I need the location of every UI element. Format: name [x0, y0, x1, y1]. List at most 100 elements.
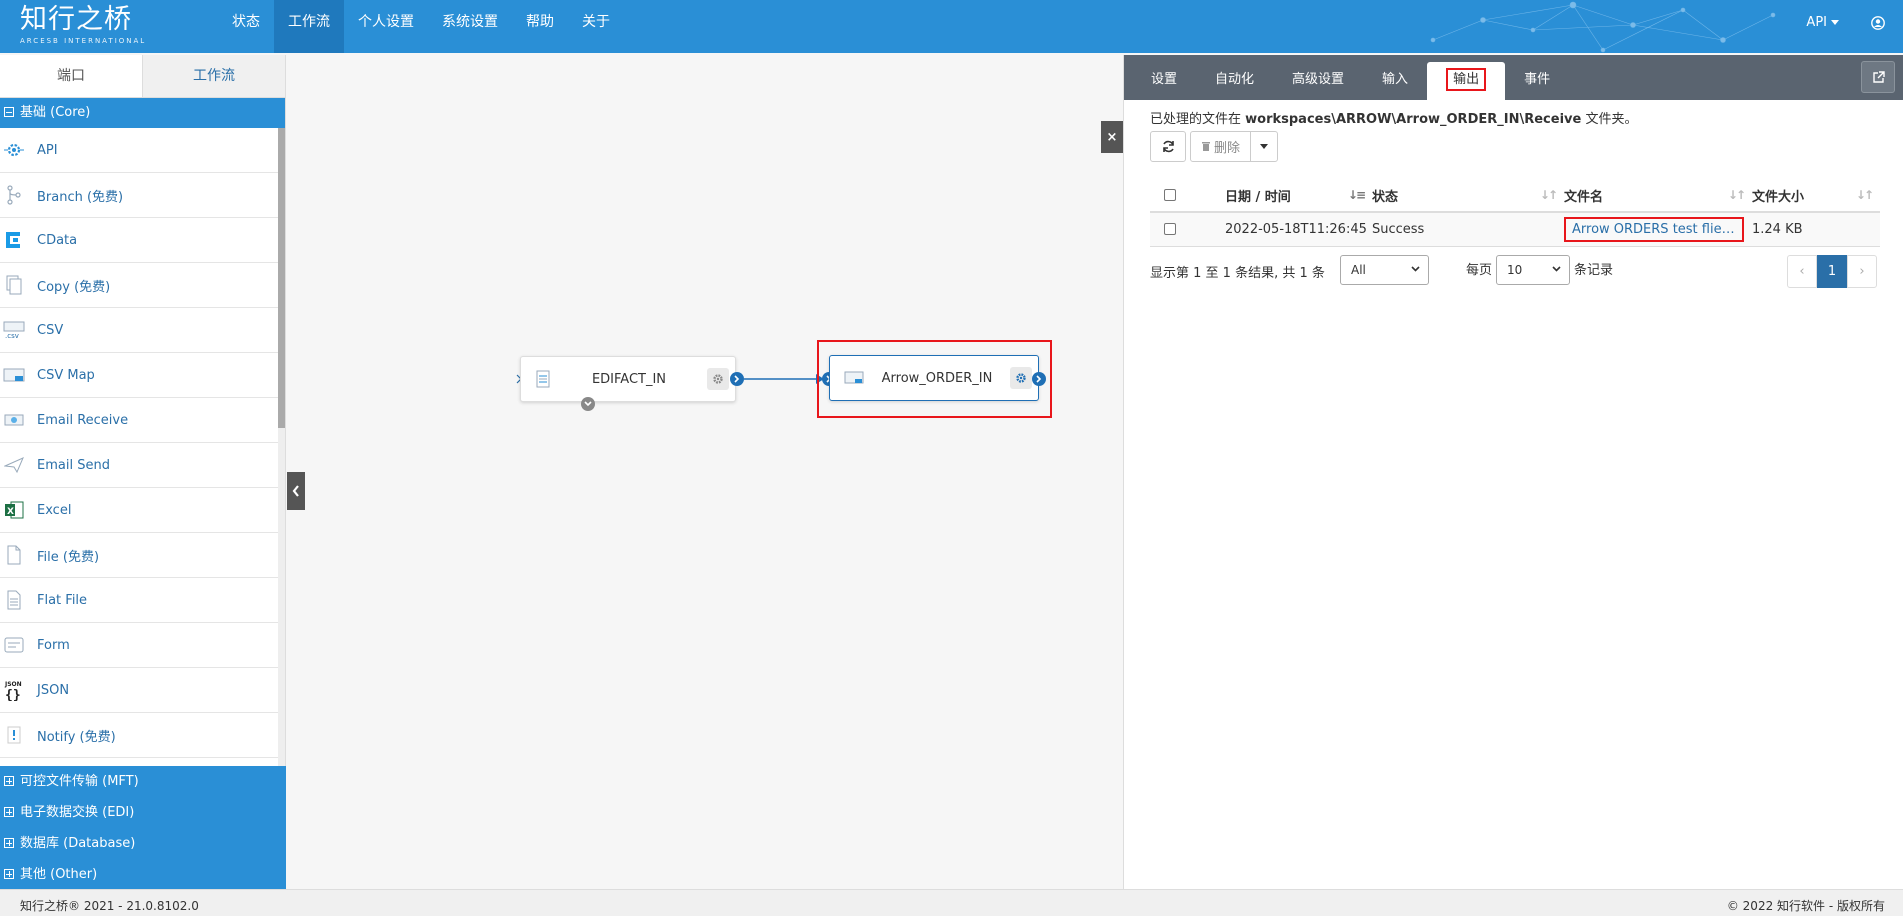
user-account-icon[interactable] [1871, 15, 1885, 30]
connector-notify[interactable]: Notify (免费) [0, 713, 278, 758]
edifact-icon [535, 370, 551, 388]
collapse-icon [4, 107, 14, 117]
csv-map-icon [844, 370, 864, 386]
nav-help[interactable]: 帮助 [512, 0, 568, 53]
node-output-port[interactable] [730, 372, 744, 386]
more-actions-dropdown[interactable] [1250, 131, 1279, 162]
group-edi[interactable]: 电子数据交换 (EDI) [0, 797, 286, 828]
user-menu[interactable]: API [1806, 15, 1839, 30]
node-settings-button[interactable] [1010, 367, 1032, 389]
connector-csv-map[interactable]: CSV Map [0, 353, 278, 398]
sort-icon: ↓↑ [1727, 188, 1746, 202]
sort-desc-icon: ↓≡ [1347, 188, 1366, 202]
header-filesize[interactable]: 文件大小 ↓↑ [1752, 179, 1880, 213]
tab-settings[interactable]: 设置 [1132, 62, 1196, 100]
expand-icon [4, 869, 14, 879]
app-logo[interactable]: 知行之桥 ARCESB INTERNATIONAL [20, 5, 146, 46]
chevron-left-icon [292, 485, 299, 497]
tab-events[interactable]: 事件 [1505, 62, 1569, 100]
node-label: EDIFACT_IN [591, 371, 667, 387]
cell-datetime: 2022-05-18T11:26:45 [1225, 212, 1372, 247]
chevron-down-icon [584, 401, 592, 407]
file-download-link[interactable]: Arrow ORDERS test flies_000… [1564, 216, 1744, 242]
connector-form[interactable]: Form [0, 623, 278, 668]
tab-workflows[interactable]: 工作流 [143, 55, 285, 97]
refresh-icon [1162, 140, 1174, 153]
connector-api[interactable]: API [0, 128, 278, 173]
node-settings-button[interactable] [707, 368, 729, 390]
connector-label: JSON [37, 682, 70, 698]
connector-excel[interactable]: X Excel [0, 488, 278, 533]
header-filename[interactable]: 文件名 ↓↑ [1564, 179, 1752, 213]
scrollbar-thumb[interactable] [278, 128, 285, 428]
email-send-icon [3, 454, 25, 476]
table-row[interactable]: 2022-05-18T11:26:45 Success Arrow ORDERS… [1150, 212, 1880, 247]
tab-automation[interactable]: 自动化 [1196, 62, 1273, 100]
caret-down-icon [1260, 144, 1269, 149]
tab-connectors[interactable]: 端口 [0, 55, 143, 97]
cdata-icon [3, 229, 25, 251]
group-mft[interactable]: 可控文件传输 (MFT) [0, 766, 286, 797]
palette-scrollbar[interactable] [278, 128, 285, 766]
csv-icon: .csv [3, 319, 25, 341]
json-icon: JSON{} [3, 679, 25, 701]
chevron-right-icon [734, 375, 740, 383]
node-error-port[interactable] [581, 397, 595, 411]
header-status[interactable]: 状态 ↓↑ [1372, 179, 1564, 213]
main-nav: 状态 工作流 个人设置 系统设置 帮助 关于 [218, 0, 624, 53]
connector-label: Email Send [37, 457, 110, 473]
user-menu-label: API [1806, 15, 1827, 30]
node-arrow-order-in[interactable]: Arrow_ORDER_IN [829, 355, 1039, 401]
page-next-button[interactable]: › [1847, 255, 1877, 288]
connector-cdata[interactable]: CData [0, 218, 278, 263]
row-checkbox[interactable] [1164, 223, 1176, 236]
node-label: Arrow_ORDER_IN [881, 370, 993, 386]
delete-button[interactable]: 删除 [1190, 131, 1252, 162]
nav-status[interactable]: 状态 [218, 0, 274, 53]
notify-icon [3, 724, 25, 746]
per-page-select[interactable]: 10 [1496, 255, 1570, 285]
group-database[interactable]: 数据库 (Database) [0, 828, 286, 859]
popout-button[interactable] [1861, 61, 1895, 93]
status-filter-select[interactable]: All [1340, 255, 1429, 285]
group-core[interactable]: 基础 (Core) [0, 98, 285, 128]
collapse-palette-button[interactable] [287, 472, 305, 510]
pager-info: 显示第 1 至 1 条结果, 共 1 条 [1150, 266, 1325, 281]
tab-output[interactable]: 输出 [1427, 62, 1506, 100]
close-panel-button[interactable]: × [1101, 121, 1123, 153]
pagination: ‹ 1 › [1787, 255, 1877, 288]
header-label: 文件大小 [1752, 189, 1805, 205]
nav-system-settings[interactable]: 系统设置 [428, 0, 512, 53]
connector-file[interactable]: File (免费) [0, 533, 278, 578]
connector-email-receive[interactable]: Email Receive [0, 398, 278, 443]
tab-input[interactable]: 输入 [1363, 62, 1427, 100]
chevron-down-icon [1411, 266, 1420, 272]
delete-label: 删除 [1214, 141, 1241, 156]
node-edifact-in[interactable]: EDIFACT_IN [520, 356, 736, 402]
page-prev-button[interactable]: ‹ [1787, 255, 1817, 288]
workflow-canvas[interactable] [287, 55, 1123, 889]
nav-workflow[interactable]: 工作流 [274, 0, 344, 53]
api-gear-icon [3, 139, 25, 161]
footer-copyright: © 2022 知行软件 - 版权所有 [1726, 899, 1885, 913]
connector-json[interactable]: JSON{} JSON [0, 668, 278, 713]
header-datetime[interactable]: 日期 / 时间 ↓≡ [1225, 179, 1372, 213]
nav-about[interactable]: 关于 [568, 0, 624, 53]
page-1-button[interactable]: 1 [1817, 255, 1847, 288]
connector-details-panel: 设置 自动化 高级设置 输入 输出 事件 已处理的文件在 workspaces\… [1123, 55, 1903, 889]
gear-icon [713, 374, 723, 384]
flat-file-icon [3, 589, 25, 611]
refresh-button[interactable] [1150, 131, 1186, 162]
group-core-label: 基础 (Core) [20, 105, 91, 120]
connector-flat-file[interactable]: Flat File [0, 578, 278, 623]
nav-profile[interactable]: 个人设置 [344, 0, 428, 53]
select-all-checkbox[interactable] [1164, 189, 1176, 201]
connector-copy[interactable]: Copy (免费) [0, 263, 278, 308]
table-header-row: 日期 / 时间 ↓≡ 状态 ↓↑ 文件名 ↓↑ 文件大小 ↓↑ [1150, 179, 1880, 213]
group-other[interactable]: 其他 (Other) [0, 859, 286, 890]
connector-email-send[interactable]: Email Send [0, 443, 278, 488]
tab-advanced[interactable]: 高级设置 [1273, 62, 1363, 100]
node-output-port[interactable] [1032, 372, 1046, 386]
connector-csv[interactable]: .csv CSV [0, 308, 278, 353]
connector-branch[interactable]: Branch (免费) [0, 173, 278, 218]
